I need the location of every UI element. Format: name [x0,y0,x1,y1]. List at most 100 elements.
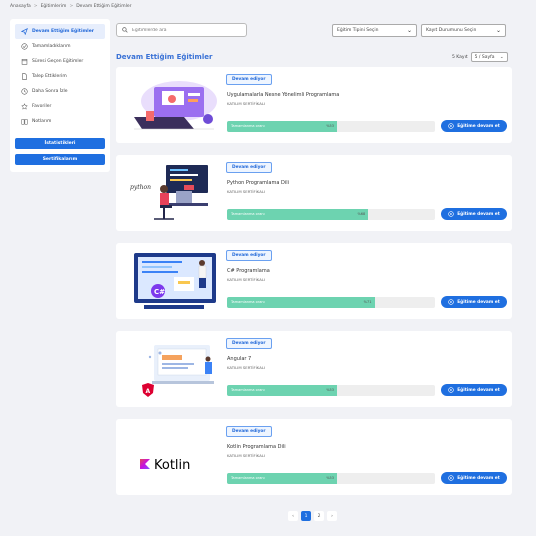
pagination-prev-button[interactable]: ‹ [288,511,298,521]
continue-course-label: Eğitime devam et [457,299,500,305]
course-title[interactable]: Uygulamalarla Nesne Yönelimli Programlam… [227,92,339,98]
continue-course-label: Eğitime devam et [457,475,500,481]
status-badge: Devam ediyor [226,338,272,349]
angular-illustration: A [142,345,214,397]
progress-bar: Tamamlanma oranı %53 [227,121,435,132]
per-page-value: 5 / Sayfa [474,54,495,60]
kotlin-logo: Kotlin [140,458,190,473]
sidebar-item-label: Devam Ettiğim Eğitimler [32,29,94,34]
chevron-down-icon: ⌄ [495,27,501,34]
per-page-select[interactable]: 5 / Sayfa ⌄ [470,52,508,62]
play-circle-icon [448,211,454,217]
progress-label: Tamamlanma oranı [231,212,265,216]
play-circle-icon [448,387,454,393]
search-input[interactable] [132,27,242,33]
sidebar-item-watch-later[interactable]: Daha Sonra İzle [15,84,105,99]
sidebar-item-requested[interactable]: Talep Ettiklerim [15,69,105,84]
breadcrumb-separator: > [33,4,38,9]
training-type-select-value: Eğitim Tipini Seçin [337,28,379,33]
document-icon [22,73,27,80]
continue-course-label: Eğitime devam et [457,123,500,129]
training-type-select[interactable]: Eğitim Tipini Seçin ⌄ [332,24,417,37]
certificates-button[interactable]: Sertifikalarım [15,154,105,165]
course-card: python Devam ediyor Python Programlama D… [116,155,512,231]
sidebar-item-label: Notlarım [32,119,52,124]
registration-status-select[interactable]: Kayıt Durumunu Seçin ⌄ [421,24,506,37]
breadcrumb: Anasayfa > Eğitimlerim > Devam Ettiğim E… [10,4,131,9]
breadcrumb-current: Devam Ettiğim Eğitimler [76,4,132,9]
course-card: C# Devam ediyor C# Programlama KATILIM S… [116,243,512,319]
status-badge: Devam ediyor [226,162,272,173]
statistics-button[interactable]: İstatistikleri [15,138,105,149]
records-per-page: 5 Kayıt 5 / Sayfa ⌄ [452,52,508,62]
sidebar-item-completed[interactable]: Tamamladıklarım [15,39,105,54]
sidebar-item-notes[interactable]: Notlarım [15,114,105,129]
pagination-next-button[interactable]: › [327,511,337,521]
sidebar-item-favorites[interactable]: Favoriler [15,99,105,114]
sidebar: Devam Ettiğim Eğitimler Tamamladıklarım … [10,19,110,172]
play-circle-icon [448,475,454,481]
progress-label: Tamamlanma oranı [231,388,265,392]
search-box [116,23,247,37]
progress-bar: Tamamlanma oranı %68 [227,209,435,220]
play-circle-icon [448,123,454,129]
progress-bar: Tamamlanma oranı %71 [227,297,435,308]
chevron-down-icon: ⌄ [499,54,504,60]
sidebar-item-expired[interactable]: Süresi Geçen Eğitimler [15,54,105,69]
course-card: Devam ediyor Uygulamalarla Nesne Yönelim… [116,67,512,143]
progress-label: Tamamlanma oranı [231,476,265,480]
breadcrumb-home[interactable]: Anasayfa [10,4,31,9]
kotlin-logo-text: Kotlin [154,458,190,473]
course-title[interactable]: C# Programlama [227,268,270,274]
python-illustration: python [130,165,208,220]
sidebar-item-label: Daha Sonra İzle [32,89,68,94]
progress-label: Tamamlanma oranı [231,124,265,128]
calendar-icon [21,59,28,65]
sidebar-item-in-progress[interactable]: Devam Ettiğim Eğitimler [15,24,105,39]
breadcrumb-trainings[interactable]: Eğitimlerim [41,4,67,9]
certificate-label: KATILIM SERTİFİKALI [227,453,266,458]
course-card: Kotlin Devam ediyor Kotlin Programlama D… [116,419,512,495]
progress-percent: %53 [326,124,335,128]
status-badge: Devam ediyor [226,250,272,261]
certificate-label: KATILIM SERTİFİKALI [227,101,266,106]
oop-illustration [134,81,217,130]
book-icon [21,119,28,125]
course-title[interactable]: Kotlin Programlama Dili [227,444,286,450]
status-badge: Devam ediyor [226,426,272,437]
record-count: 5 Kayıt [452,54,468,60]
pagination: ‹ 1 2 › [288,511,337,521]
progress-bar: Tamamlanma oranı %53 [227,385,435,396]
section-title: Devam Ettiğim Eğitimler [116,53,213,61]
progress-label: Tamamlanma oranı [231,300,265,304]
sidebar-item-label: Süresi Geçen Eğitimler [32,59,84,64]
progress-percent: %53 [326,388,335,392]
registration-status-select-value: Kayıt Durumunu Seçin [426,28,477,33]
continue-course-button[interactable]: Eğitime devam et [441,120,507,132]
send-icon [21,28,28,35]
clock-icon [21,88,28,95]
svg-text:A: A [146,388,151,395]
certificate-label: KATILIM SERTİFİKALI [227,189,266,194]
certificate-label: KATILIM SERTİFİKALI [227,365,266,370]
svg-text:C#: C# [154,288,165,296]
certificate-label: KATILIM SERTİFİKALI [227,277,266,282]
progress-percent: %68 [357,212,366,216]
progress-percent: %53 [326,476,335,480]
sidebar-item-label: Favoriler [32,104,52,109]
continue-course-button[interactable]: Eğitime devam et [441,296,507,308]
csharp-illustration: C# [134,253,216,309]
check-circle-icon [21,43,28,50]
star-icon [21,103,28,110]
course-title[interactable]: Angular 7 [227,356,251,362]
continue-course-button[interactable]: Eğitime devam et [441,208,507,220]
search-icon [122,27,128,33]
pagination-page-2[interactable]: 2 [314,511,324,521]
progress-bar: Tamamlanma oranı %53 [227,473,435,484]
continue-course-button[interactable]: Eğitime devam et [441,472,507,484]
pagination-page-1[interactable]: 1 [301,511,311,521]
course-title[interactable]: Python Programlama Dili [227,180,289,186]
continue-course-button[interactable]: Eğitime devam et [441,384,507,396]
sidebar-item-label: Tamamladıklarım [32,44,71,49]
python-logo-text: python [130,184,151,191]
